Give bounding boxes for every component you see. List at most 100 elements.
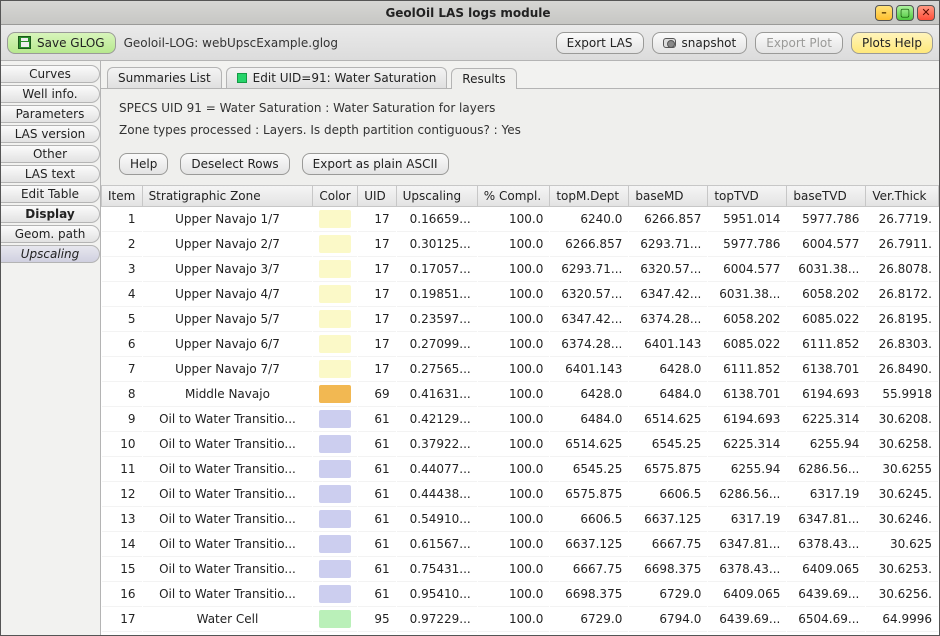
window-close-button[interactable]: ✕ — [917, 5, 935, 21]
table-row[interactable]: 1Upper Navajo 1/7170.16659...100.06240.0… — [102, 207, 939, 232]
table-row[interactable]: 12Oil to Water Transitio...610.44438...1… — [102, 482, 939, 507]
color-swatch — [319, 460, 351, 478]
cell: 0.44438... — [396, 482, 477, 507]
table-row[interactable]: 8Middle Navajo690.41631...100.06428.0648… — [102, 382, 939, 407]
cell: 64.9996 — [866, 607, 939, 632]
color-swatch-cell — [313, 557, 358, 582]
specs-line-2: Zone types processed : Layers. Is depth … — [119, 123, 921, 137]
column-header[interactable]: Ver.Thick — [866, 186, 939, 207]
column-header[interactable]: % Compl. — [477, 186, 550, 207]
color-swatch-cell — [313, 482, 358, 507]
cell: 6031.38... — [787, 257, 866, 282]
tab-bar: Summaries List Edit UID=91: Water Satura… — [101, 61, 939, 89]
sidebar-item-well-info[interactable]: Well info. — [1, 85, 100, 103]
table-row[interactable]: 3Upper Navajo 3/7170.17057...100.06293.7… — [102, 257, 939, 282]
column-header[interactable]: Item — [102, 186, 143, 207]
save-glog-button[interactable]: Save GLOG — [7, 32, 116, 54]
table-row[interactable]: 17Water Cell950.97229...100.06729.06794.… — [102, 607, 939, 632]
column-header[interactable]: Upscaling — [396, 186, 477, 207]
cell: 6484.0 — [629, 382, 708, 407]
cell: 6606.5 — [629, 482, 708, 507]
column-header[interactable]: topM.Dept — [550, 186, 629, 207]
cell: 100.0 — [477, 332, 550, 357]
snapshot-button[interactable]: snapshot — [652, 32, 748, 54]
table-row[interactable]: 10Oil to Water Transitio...610.37922...1… — [102, 432, 939, 457]
export-ascii-button[interactable]: Export as plain ASCII — [302, 153, 449, 175]
cell: 6320.57... — [629, 257, 708, 282]
cell: 30.625 — [866, 532, 939, 557]
cell: 17 — [358, 332, 396, 357]
tab-results[interactable]: Results — [451, 68, 516, 89]
column-header[interactable]: baseMD — [629, 186, 708, 207]
specs-line-1: SPECS UID 91 = Water Saturation : Water … — [119, 101, 921, 115]
cell: 100.0 — [477, 457, 550, 482]
cell: 6111.852 — [708, 357, 787, 382]
sidebar-item-las-version[interactable]: LAS version — [1, 125, 100, 143]
cell: 61 — [358, 507, 396, 532]
cell: 6794.0 — [629, 607, 708, 632]
column-header[interactable]: topTVD — [708, 186, 787, 207]
table-row[interactable]: 5Upper Navajo 5/7170.23597...100.06347.4… — [102, 307, 939, 332]
sidebar-item-edit-table[interactable]: Edit Table — [1, 185, 100, 203]
cell: 61 — [358, 432, 396, 457]
sidebar-item-display[interactable]: Display — [1, 205, 100, 223]
deselect-rows-button[interactable]: Deselect Rows — [180, 153, 289, 175]
table-row[interactable]: 4Upper Navajo 4/7170.19851...100.06320.5… — [102, 282, 939, 307]
column-header[interactable]: baseTVD — [787, 186, 866, 207]
cell: 3 — [102, 257, 143, 282]
cell: 30.6256. — [866, 582, 939, 607]
sidebar-item-upscaling[interactable]: Upscaling — [1, 245, 100, 263]
cell: 100.0 — [477, 357, 550, 382]
tab-summaries-list[interactable]: Summaries List — [107, 67, 222, 88]
plots-help-button[interactable]: Plots Help — [851, 32, 933, 54]
table-row[interactable]: 7Upper Navajo 7/7170.27565...100.06401.1… — [102, 357, 939, 382]
table-row[interactable]: 16Oil to Water Transitio...610.95410...1… — [102, 582, 939, 607]
window-minimize-button[interactable]: – — [875, 5, 893, 21]
table-row[interactable]: 15Oil to Water Transitio...610.75431...1… — [102, 557, 939, 582]
cell: 6514.625 — [550, 432, 629, 457]
cell: 6439.69... — [787, 582, 866, 607]
help-button[interactable]: Help — [119, 153, 168, 175]
color-swatch — [319, 485, 351, 503]
cell: 0.27565... — [396, 357, 477, 382]
cell: 5 — [102, 307, 143, 332]
cell: 30.6258. — [866, 432, 939, 457]
table-row[interactable]: 2Upper Navajo 2/7170.30125...100.06266.8… — [102, 232, 939, 257]
sidebar-item-geom-path[interactable]: Geom. path — [1, 225, 100, 243]
export-las-button[interactable]: Export LAS — [556, 32, 644, 54]
cell: 17 — [358, 207, 396, 232]
window-maximize-button[interactable]: ▢ — [896, 5, 914, 21]
table-row[interactable]: 11Oil to Water Transitio...610.44077...1… — [102, 457, 939, 482]
cell: 61 — [358, 482, 396, 507]
cell: 6225.314 — [708, 432, 787, 457]
table-row[interactable]: 6Upper Navajo 6/7170.27099...100.06374.2… — [102, 332, 939, 357]
cell: Oil to Water Transitio... — [142, 432, 313, 457]
cell: 0.42129... — [396, 407, 477, 432]
cell: 6058.202 — [708, 307, 787, 332]
cell: 2 — [102, 232, 143, 257]
save-glog-label: Save GLOG — [37, 36, 105, 50]
cell: 17 — [358, 282, 396, 307]
titlebar: GeolOil LAS logs module – ▢ ✕ — [1, 1, 939, 25]
column-header[interactable]: UID — [358, 186, 396, 207]
table-row[interactable]: 9Oil to Water Transitio...610.42129...10… — [102, 407, 939, 432]
cell: 26.8490. — [866, 357, 939, 382]
column-header[interactable]: Color — [313, 186, 358, 207]
sidebar-item-parameters[interactable]: Parameters — [1, 105, 100, 123]
color-swatch — [319, 310, 351, 328]
sidebar-item-las-text[interactable]: LAS text — [1, 165, 100, 183]
tab-edit-uid[interactable]: Edit UID=91: Water Saturation — [226, 67, 448, 88]
cell: 9 — [102, 407, 143, 432]
cell: 6194.693 — [787, 382, 866, 407]
color-swatch — [319, 560, 351, 578]
table-row[interactable]: 14Oil to Water Transitio...610.61567...1… — [102, 532, 939, 557]
table-row[interactable]: 13Oil to Water Transitio...610.54910...1… — [102, 507, 939, 532]
cell: 12 — [102, 482, 143, 507]
sidebar-item-other[interactable]: Other — [1, 145, 100, 163]
results-panel: SPECS UID 91 = Water Saturation : Water … — [101, 89, 939, 635]
column-header[interactable]: Stratigraphic Zone — [142, 186, 313, 207]
cell: 7 — [102, 357, 143, 382]
sidebar-item-curves[interactable]: Curves — [1, 65, 100, 83]
cell: 6504.69... — [787, 607, 866, 632]
color-swatch-cell — [313, 582, 358, 607]
